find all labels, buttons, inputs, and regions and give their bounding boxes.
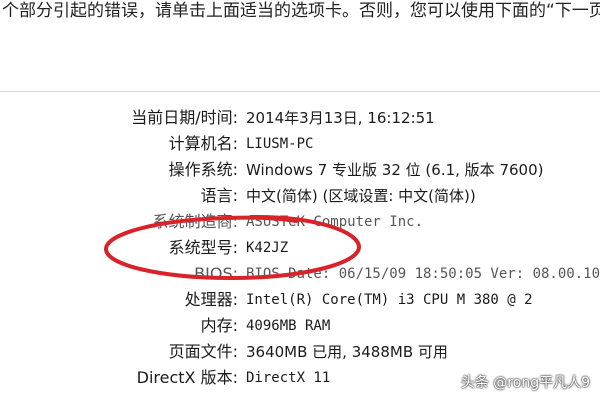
value-directx-version: DirectX 11 bbox=[246, 370, 331, 386]
value-system-model: K42JZ bbox=[246, 240, 289, 256]
row-memory: 内存: 4096MB RAM bbox=[0, 314, 600, 338]
label-system-manufacturer: 系统制造商: bbox=[152, 212, 238, 231]
value-datetime: 2014年3月13日, 16:12:51 bbox=[246, 109, 435, 127]
label-language: 语言: bbox=[200, 186, 238, 205]
row-page-file: 页面文件: 3640MB 已用, 3488MB 可用 bbox=[0, 340, 600, 364]
label-memory: 内存: bbox=[200, 316, 238, 335]
value-computer-name: LIUSM-PC bbox=[246, 136, 314, 152]
label-bios: BIOS: bbox=[194, 264, 238, 283]
label-directx-version: DirectX 版本: bbox=[136, 368, 238, 387]
value-bios: BIOS Date: 06/15/09 18:50:05 Ver: 08.00.… bbox=[246, 266, 600, 282]
value-operating-system: Windows 7 专业版 32 位 (6.1, 版本 7600) bbox=[246, 161, 544, 179]
row-datetime: 当前日期/时间: 2014年3月13日, 16:12:51 bbox=[0, 106, 600, 130]
row-system-model: 系统型号: K42JZ bbox=[0, 236, 600, 260]
value-memory: 4096MB RAM bbox=[246, 318, 331, 334]
watermark: 头条 @rong平凡人9 bbox=[460, 375, 590, 391]
row-bios: BIOS: BIOS Date: 06/15/09 18:50:05 Ver: … bbox=[0, 262, 600, 286]
value-language: 中文(简体) (区域设置: 中文(简体)) bbox=[246, 187, 476, 205]
instruction-text: 个部分引起的错误，请单击上面适当的选项卡。否则，您可以使用下面的“下一页” bbox=[2, 1, 600, 21]
section-divider bbox=[0, 91, 600, 92]
row-language: 语言: 中文(简体) (区域设置: 中文(简体)) bbox=[0, 184, 600, 208]
label-system-model: 系统型号: bbox=[168, 238, 238, 257]
row-processor: 处理器: Intel(R) Core(TM) i3 CPU M 380 @ 2 bbox=[0, 288, 600, 312]
value-processor: Intel(R) Core(TM) i3 CPU M 380 @ 2 bbox=[246, 292, 533, 308]
row-computer-name: 计算机名: LIUSM-PC bbox=[0, 132, 600, 156]
value-system-manufacturer: ASUSTeK Computer Inc. bbox=[246, 214, 424, 230]
label-page-file: 页面文件: bbox=[168, 342, 238, 361]
label-operating-system: 操作系统: bbox=[168, 160, 238, 179]
row-operating-system: 操作系统: Windows 7 专业版 32 位 (6.1, 版本 7600) bbox=[0, 158, 600, 182]
row-system-manufacturer: 系统制造商: ASUSTeK Computer Inc. bbox=[0, 210, 600, 234]
label-processor: 处理器: bbox=[184, 290, 238, 309]
label-datetime: 当前日期/时间: bbox=[131, 108, 238, 127]
label-computer-name: 计算机名: bbox=[168, 134, 238, 153]
value-page-file: 3640MB 已用, 3488MB 可用 bbox=[246, 343, 448, 361]
